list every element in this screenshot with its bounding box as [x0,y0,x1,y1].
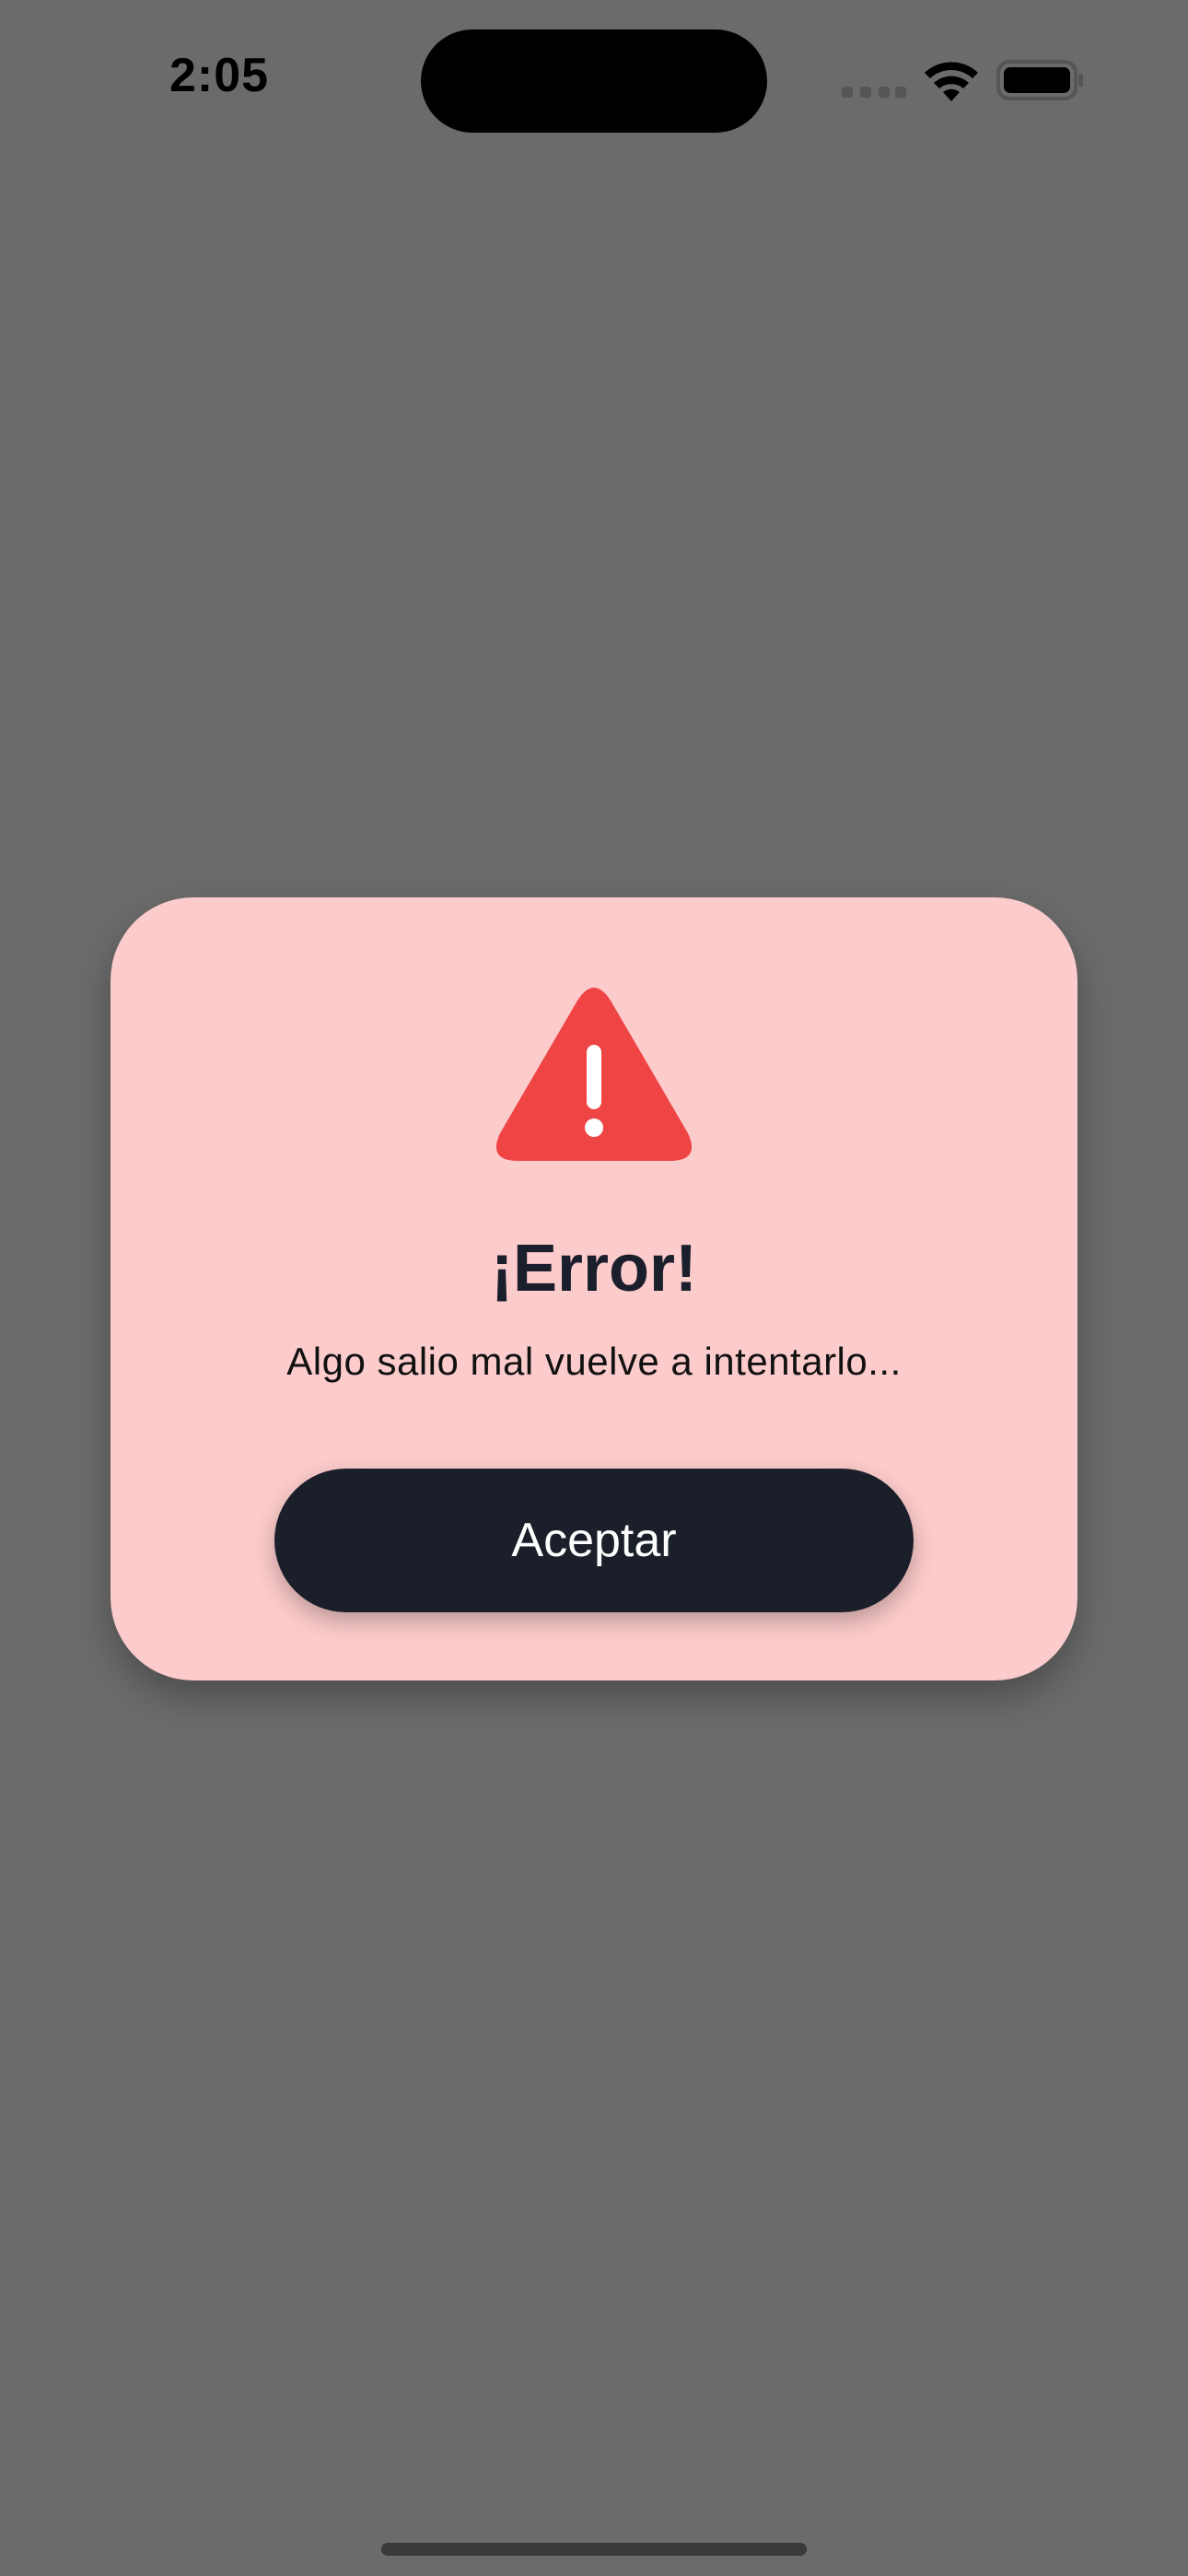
home-indicator[interactable] [381,2543,807,2556]
dialog-title: ¡Error! [490,1232,697,1306]
accept-button[interactable]: Aceptar [274,1469,914,1612]
warning-triangle-icon [495,988,693,1161]
dialog-message: Algo salio mal vuelve a intentarlo... [286,1340,902,1383]
cellular-signal-icon [842,87,906,100]
wifi-icon [925,62,978,101]
dynamic-island [421,29,767,133]
battery-icon [996,60,1083,100]
status-time: 2:05 [169,49,270,102]
